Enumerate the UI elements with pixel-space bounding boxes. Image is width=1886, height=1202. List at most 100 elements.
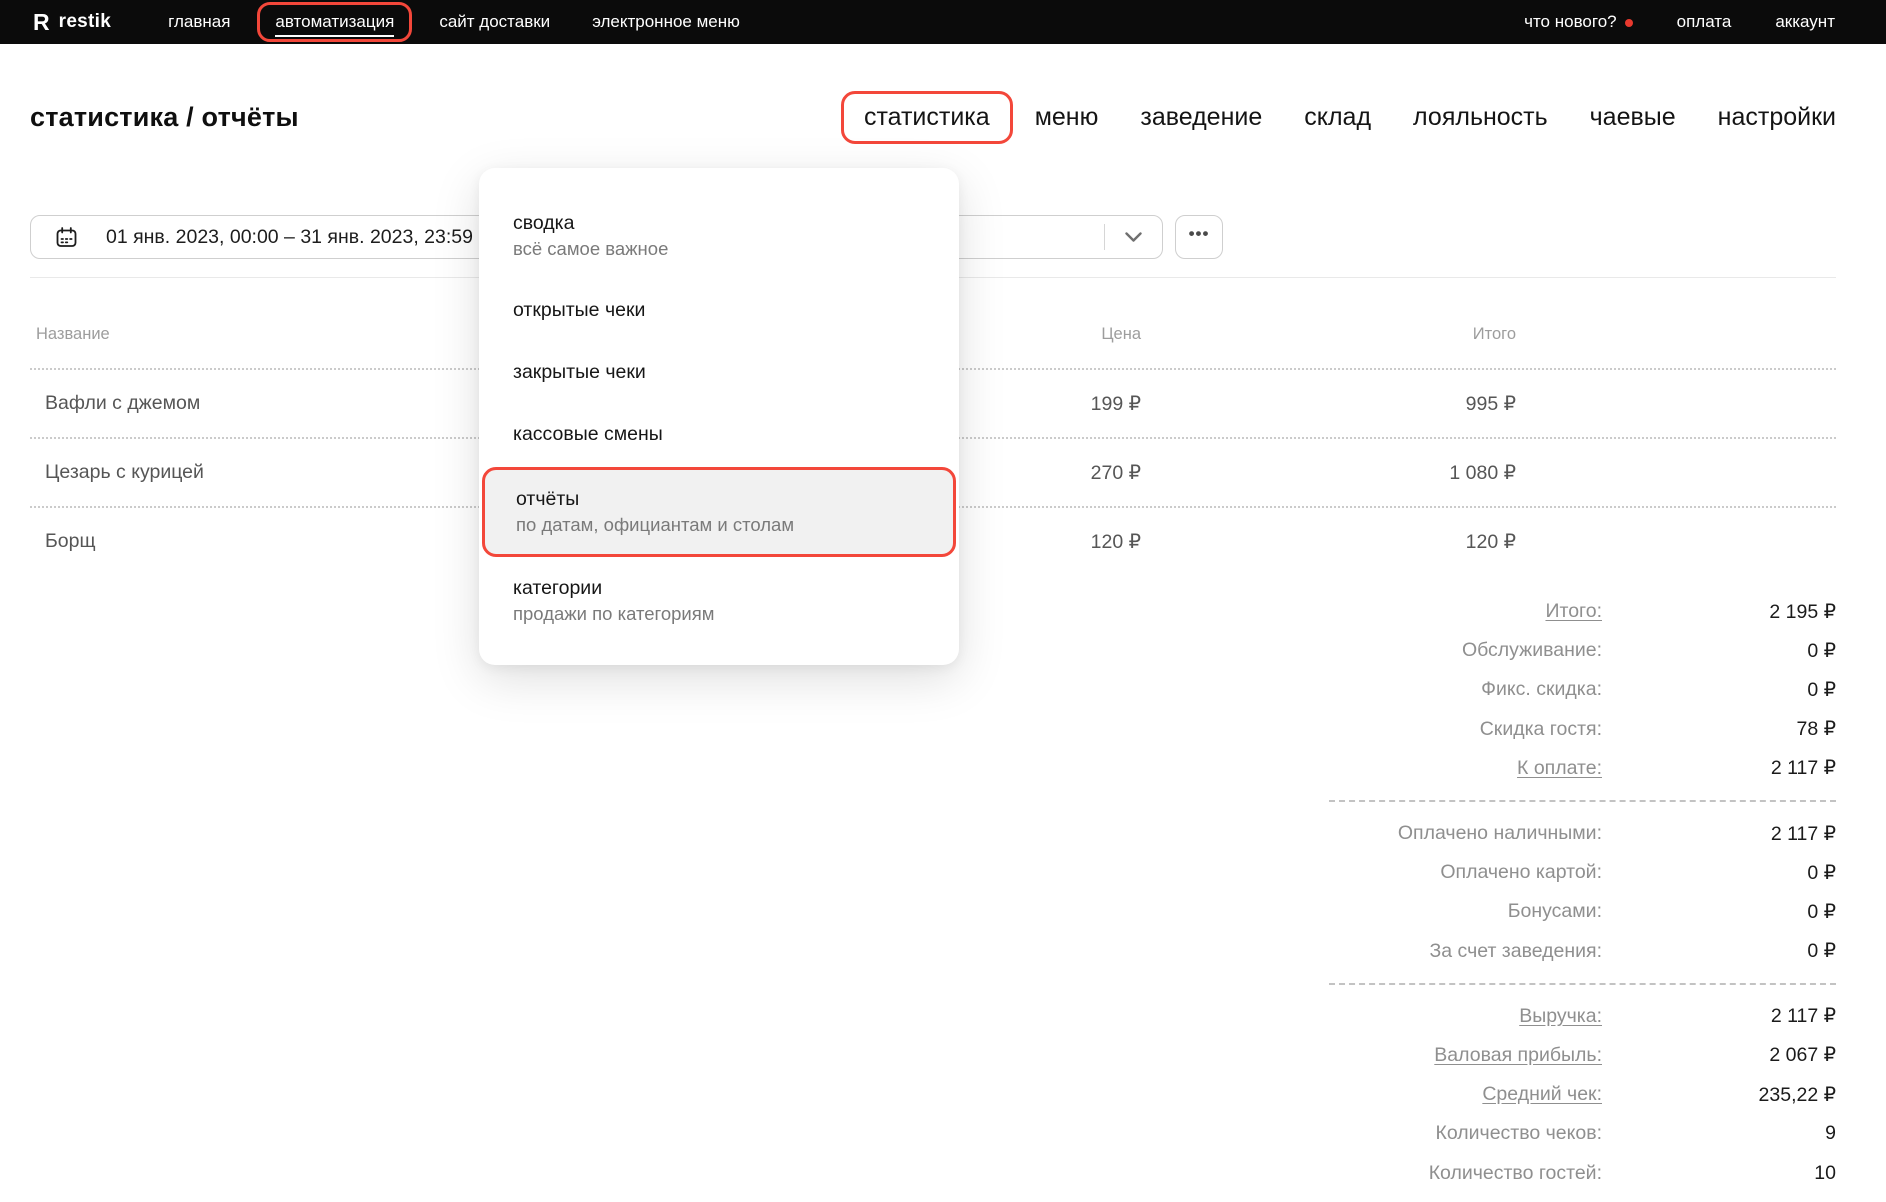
section-tab-stock[interactable]: склад — [1304, 103, 1371, 132]
summary-label-paid-cash: Оплачено наличными: — [1398, 822, 1602, 845]
navbar-right: что нового? оплата аккаунт — [1524, 12, 1835, 32]
summary-label-total[interactable]: Итого: — [1545, 600, 1602, 623]
main-nav: главная автоматизация сайт доставки элек… — [168, 12, 740, 32]
nav-item-account[interactable]: аккаунт — [1775, 12, 1835, 32]
restik-logo-text: restik — [59, 11, 112, 33]
summary-value: 235,22 ₽ — [1602, 1083, 1836, 1107]
summary-value: 2 117 ₽ — [1602, 822, 1836, 846]
section-tab-statistics-highlight[interactable]: статистика — [841, 91, 1013, 144]
menu-item-title: категории — [513, 575, 925, 601]
menu-item-open-checks[interactable]: открытые чеки — [513, 297, 925, 323]
menu-item-subtitle: продажи по категориям — [513, 601, 925, 627]
col-header-price: Цена — [941, 325, 1141, 344]
summary-label-paid-card: Оплачено картой: — [1440, 861, 1602, 884]
summary-row: За счет заведения:0 ₽ — [1091, 932, 1836, 971]
dish-total: 1 080 ₽ — [1141, 461, 1516, 485]
summary-value: 2 117 ₽ — [1602, 1004, 1836, 1028]
summary-label-guest-discount: Скидка гостя: — [1480, 718, 1602, 741]
summary-value: 2 195 ₽ — [1602, 600, 1836, 624]
summary-row: Выручка:2 117 ₽ — [1091, 997, 1836, 1036]
summary-row: Оплачено картой:0 ₽ — [1091, 853, 1836, 892]
page-head: статистика / отчёты статистика меню заве… — [30, 84, 1836, 150]
summary-value: 0 ₽ — [1602, 900, 1836, 924]
totals-summary: Итого:2 195 ₽ Обслуживание:0 ₽ Фикс. ски… — [1091, 592, 1836, 1193]
dish-price: 120 ₽ — [941, 530, 1141, 554]
dish-price: 199 ₽ — [941, 392, 1141, 416]
summary-label-guest-count: Количество гостей: — [1429, 1162, 1602, 1185]
statistics-dropdown-menu: сводка всё самое важное открытые чеки за… — [479, 168, 959, 665]
dish-total: 995 ₽ — [1141, 392, 1516, 416]
nav-item-whats-new[interactable]: что нового? — [1524, 12, 1633, 32]
menu-item-title: закрытые чеки — [513, 359, 925, 385]
summary-row: Скидка гостя:78 ₽ — [1091, 710, 1836, 749]
date-range-value: 01 янв. 2023, 00:00 – 31 янв. 2023, 23:5… — [106, 226, 473, 249]
notification-dot-icon — [1625, 19, 1633, 27]
summary-divider — [1329, 983, 1836, 985]
nav-item-automation[interactable]: автоматизация — [275, 12, 394, 37]
summary-row: Фикс. скидка:0 ₽ — [1091, 670, 1836, 709]
summary-row: Средний чек:235,22 ₽ — [1091, 1075, 1836, 1114]
summary-label-gross-profit[interactable]: Валовая прибыль: — [1434, 1044, 1602, 1067]
summary-value: 10 — [1602, 1162, 1836, 1185]
nav-item-delivery-site[interactable]: сайт доставки — [439, 12, 550, 32]
menu-item-title: сводка — [513, 210, 925, 236]
nav-item-main[interactable]: главная — [168, 12, 230, 32]
summary-row: Обслуживание:0 ₽ — [1091, 631, 1836, 670]
menu-item-subtitle: по датам, официантам и столам — [516, 512, 922, 538]
menu-item-title: открытые чеки — [513, 297, 925, 323]
summary-label-average-check[interactable]: Средний чек: — [1482, 1083, 1602, 1106]
page: R restik главная автоматизация сайт дост… — [0, 0, 1886, 1202]
menu-item-summary[interactable]: сводка всё самое важное — [513, 210, 925, 262]
summary-value: 9 — [1602, 1122, 1836, 1145]
section-tab-settings[interactable]: настройки — [1718, 103, 1836, 132]
section-tab-menu[interactable]: меню — [1035, 103, 1099, 132]
summary-label-fixed-discount: Фикс. скидка: — [1481, 678, 1602, 701]
summary-value: 2 067 ₽ — [1602, 1043, 1836, 1067]
nav-item-emenu[interactable]: электронное меню — [592, 12, 740, 32]
summary-row: Валовая прибыль:2 067 ₽ — [1091, 1036, 1836, 1075]
section-tab-statistics[interactable]: статистика — [864, 103, 990, 131]
summary-label-bonuses: Бонусами: — [1508, 900, 1602, 923]
summary-label-on-the-house: За счет заведения: — [1430, 940, 1602, 963]
section-tab-loyalty[interactable]: лояльность — [1413, 103, 1548, 132]
summary-row: Итого:2 195 ₽ — [1091, 592, 1836, 631]
nav-item-automation-highlight[interactable]: автоматизация — [257, 2, 412, 42]
whats-new-label: что нового? — [1524, 12, 1617, 31]
summary-row: Количество гостей:10 — [1091, 1153, 1836, 1192]
col-header-total: Итого — [1141, 325, 1516, 344]
summary-label-to-pay[interactable]: К оплате: — [1517, 757, 1602, 780]
menu-item-closed-checks[interactable]: закрытые чеки — [513, 359, 925, 385]
nav-item-payment[interactable]: оплата — [1677, 12, 1732, 32]
date-picker-expand[interactable] — [1104, 224, 1162, 250]
more-options-button[interactable]: ••• — [1175, 215, 1223, 259]
dish-total: 120 ₽ — [1141, 530, 1516, 554]
menu-item-reports-highlighted[interactable]: отчёты по датам, официантам и столам — [482, 467, 956, 557]
restik-logo-icon: R — [33, 11, 50, 34]
summary-row: Бонусами:0 ₽ — [1091, 892, 1836, 931]
menu-item-categories[interactable]: категории продажи по категориям — [513, 575, 925, 627]
top-navbar: R restik главная автоматизация сайт дост… — [0, 0, 1886, 44]
breadcrumb: статистика / отчёты — [30, 102, 299, 133]
summary-row: Оплачено наличными:2 117 ₽ — [1091, 814, 1836, 853]
summary-label-service: Обслуживание: — [1462, 639, 1602, 662]
calendar-icon — [55, 226, 78, 249]
restik-logo[interactable]: R restik — [33, 11, 111, 34]
menu-item-cash-shifts[interactable]: кассовые смены — [513, 421, 925, 447]
summary-value: 0 ₽ — [1602, 939, 1836, 963]
summary-row: Количество чеков:9 — [1091, 1114, 1836, 1153]
chevron-down-icon — [1125, 232, 1142, 243]
section-tab-tips[interactable]: чаевые — [1590, 103, 1676, 132]
section-tab-venue[interactable]: заведение — [1140, 103, 1262, 132]
summary-value: 0 ₽ — [1602, 678, 1836, 702]
summary-divider — [1329, 800, 1836, 802]
summary-value: 2 117 ₽ — [1602, 756, 1836, 780]
section-nav: статистика меню заведение склад лояльнос… — [861, 103, 1836, 132]
menu-item-title: кассовые смены — [513, 421, 925, 447]
summary-label-revenue[interactable]: Выручка: — [1519, 1005, 1602, 1028]
summary-value: 78 ₽ — [1602, 717, 1836, 741]
summary-value: 0 ₽ — [1602, 861, 1836, 885]
summary-row: К оплате:2 117 ₽ — [1091, 749, 1836, 788]
menu-item-subtitle: всё самое важное — [513, 236, 925, 262]
ellipsis-icon: ••• — [1189, 224, 1210, 244]
summary-label-check-count: Количество чеков: — [1435, 1122, 1602, 1145]
